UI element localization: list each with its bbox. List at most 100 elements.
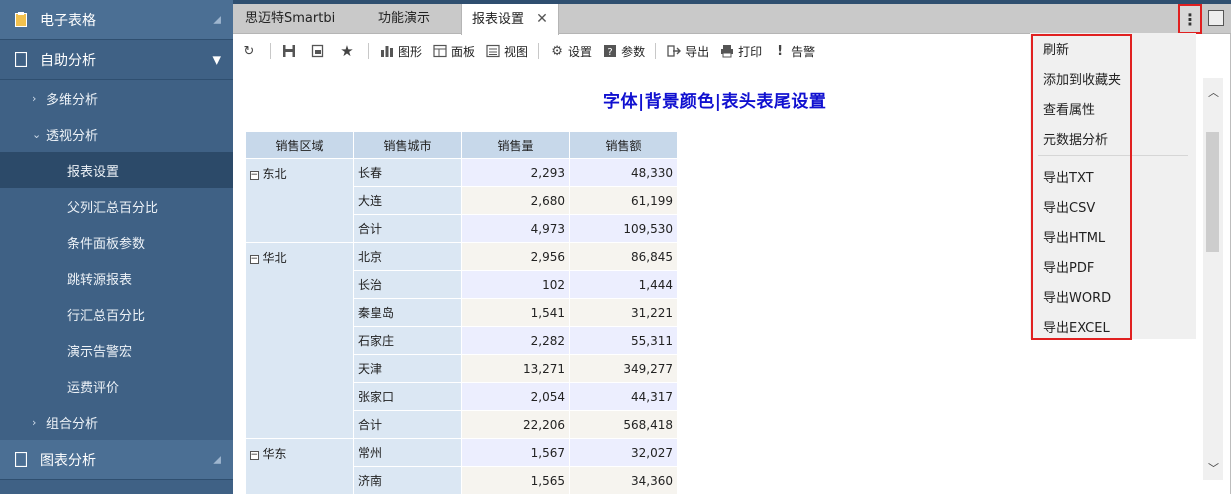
- sidebar-group-pivot[interactable]: ⌄ 透视分析: [0, 116, 233, 152]
- amount-cell: 55,311: [569, 326, 678, 355]
- toolbar-label: 图形: [398, 44, 423, 59]
- region-name: 华东: [262, 447, 287, 461]
- collapse-minus-icon[interactable]: −: [249, 255, 259, 264]
- tab-smartbi[interactable]: 思迈特Smartbi: [235, 4, 345, 34]
- toolbar-label: 参数: [621, 44, 646, 59]
- refresh-icon: ↻: [243, 43, 255, 59]
- city-cell: 石家庄: [353, 326, 462, 355]
- column-header[interactable]: 销售区域: [245, 131, 354, 159]
- sidebar-item-label: 演示告警宏: [67, 344, 133, 360]
- sidebar-section-self-analysis[interactable]: 自助分析 ▼: [0, 40, 233, 80]
- amount-cell: 48,330: [569, 158, 678, 187]
- save-as-icon: [310, 43, 326, 59]
- column-header[interactable]: 销售额: [569, 131, 678, 159]
- export-button[interactable]: 导出: [666, 43, 709, 60]
- city-cell: 长春: [353, 158, 462, 187]
- collapse-caret-icon: ◢: [213, 14, 221, 25]
- qty-cell: 1,541: [461, 298, 570, 327]
- settings-button[interactable]: ⚙ 设置: [549, 43, 592, 60]
- gear-icon: ⚙: [551, 43, 563, 59]
- city-cell: 长治: [353, 270, 462, 299]
- qty-cell: 13,271: [461, 354, 570, 383]
- table-row: − 华北 北京 2,956 86,845: [245, 242, 678, 439]
- printer-icon: [719, 43, 735, 59]
- chart-button[interactable]: 图形: [379, 43, 422, 60]
- qty-cell: 102: [461, 270, 570, 299]
- qty-cell: 1,567: [461, 438, 570, 467]
- sidebar-item-label: 报表设置: [67, 164, 120, 180]
- print-button[interactable]: 打印: [719, 43, 762, 60]
- more-menu-button[interactable]: ⋮: [1178, 4, 1202, 34]
- region-cell[interactable]: − 华北: [245, 242, 354, 439]
- tab-label: 思迈特Smartbi: [245, 11, 336, 26]
- region-cell[interactable]: − 东北: [245, 158, 354, 243]
- star-icon: ★: [340, 42, 354, 60]
- sidebar-section-spreadsheet[interactable]: 电子表格 ◢: [0, 0, 233, 40]
- tab-bar: 思迈特Smartbi 功能演示 报表设置 ✕: [233, 4, 1231, 35]
- collapse-minus-icon[interactable]: −: [249, 171, 259, 180]
- toolbar-divider: [368, 43, 369, 59]
- alert-button[interactable]: ! 告警: [772, 43, 815, 60]
- city-cell: 张家口: [353, 382, 462, 411]
- chart-icon: [14, 452, 28, 468]
- sidebar-item-row-percent[interactable]: 行汇总百分比: [0, 296, 233, 332]
- view-button[interactable]: 视图: [485, 43, 528, 60]
- sidebar-section-chart[interactable]: 图表分析 ◢: [0, 440, 233, 480]
- vertical-dots-icon: ⋮: [1182, 9, 1198, 29]
- qty-cell: 1,565: [461, 466, 570, 494]
- sidebar-group-label: 多维分析: [46, 92, 99, 108]
- amount-cell: 61,199: [569, 186, 678, 215]
- spreadsheet-icon: [14, 12, 28, 28]
- save-as-button[interactable]: [310, 43, 329, 59]
- save-button[interactable]: [281, 43, 300, 59]
- sidebar-group-multidim[interactable]: › 多维分析: [0, 80, 233, 116]
- vertical-scrollbar[interactable]: ︿ ﹀: [1203, 78, 1223, 480]
- close-icon[interactable]: ✕: [536, 11, 548, 27]
- city-cell: 天津: [353, 354, 462, 383]
- scroll-down-icon[interactable]: ﹀: [1208, 460, 1219, 476]
- qty-cell: 4,973: [461, 214, 570, 243]
- collapse-caret-icon: ◢: [213, 454, 221, 465]
- favorite-button[interactable]: ★: [339, 42, 358, 60]
- refresh-button[interactable]: ↻: [241, 43, 260, 59]
- toolbar-label: 告警: [791, 44, 816, 59]
- toolbar-divider: [538, 43, 540, 59]
- tab-label: 报表设置: [472, 12, 525, 27]
- chevron-right-icon: ›: [32, 91, 37, 105]
- amount-cell: 349,277: [569, 354, 678, 383]
- sidebar-item-parent-col-percent[interactable]: 父列汇总百分比: [0, 188, 233, 224]
- toolbar-divider: [270, 43, 271, 59]
- sidebar-item-jump-source[interactable]: 跳转源报表: [0, 260, 233, 296]
- sidebar-item-label: 跳转源报表: [67, 272, 133, 288]
- amount-cell: 568,418: [569, 410, 678, 439]
- tab-report-settings[interactable]: 报表设置 ✕: [461, 4, 559, 35]
- toolbar-label: 打印: [738, 44, 763, 59]
- params-button[interactable]: ? 参数: [602, 43, 645, 60]
- sidebar-item-label: 父列汇总百分比: [67, 200, 159, 216]
- scroll-up-icon[interactable]: ︿: [1208, 84, 1219, 100]
- region-cell[interactable]: − 华东: [245, 438, 354, 494]
- maximize-button[interactable]: [1208, 10, 1224, 26]
- tab-demo[interactable]: 功能演示: [368, 4, 440, 34]
- qty-cell: 2,680: [461, 186, 570, 215]
- sidebar-item-freight[interactable]: 运费评价: [0, 368, 233, 404]
- sidebar-item-report-settings[interactable]: 报表设置: [0, 152, 233, 188]
- scrollbar-thumb[interactable]: [1206, 132, 1219, 252]
- sidebar-item-alert-macro[interactable]: 演示告警宏: [0, 332, 233, 368]
- region-name: 华北: [262, 251, 287, 265]
- pivot-table: 销售区域 销售城市 销售量 销售额 − 东北 长春 2,293 48,330 大连…: [245, 131, 678, 494]
- column-header[interactable]: 销售城市: [353, 131, 462, 159]
- sidebar-section-label: 电子表格: [40, 12, 96, 29]
- collapse-minus-icon[interactable]: −: [249, 451, 259, 460]
- sidebar-item-condition-panel[interactable]: 条件面板参数: [0, 224, 233, 260]
- menu-highlight-box: [1031, 34, 1132, 340]
- column-header[interactable]: 销售量: [461, 131, 570, 159]
- sidebar-group-combined[interactable]: › 组合分析: [0, 404, 233, 440]
- city-cell: 北京: [353, 242, 462, 271]
- qty-cell: 22,206: [461, 410, 570, 439]
- amount-cell: 109,530: [569, 214, 678, 243]
- city-cell: 大连: [353, 186, 462, 215]
- toolbar-label: 设置: [568, 44, 593, 59]
- panel-button[interactable]: 面板: [432, 43, 475, 60]
- city-cell: 合计: [353, 214, 462, 243]
